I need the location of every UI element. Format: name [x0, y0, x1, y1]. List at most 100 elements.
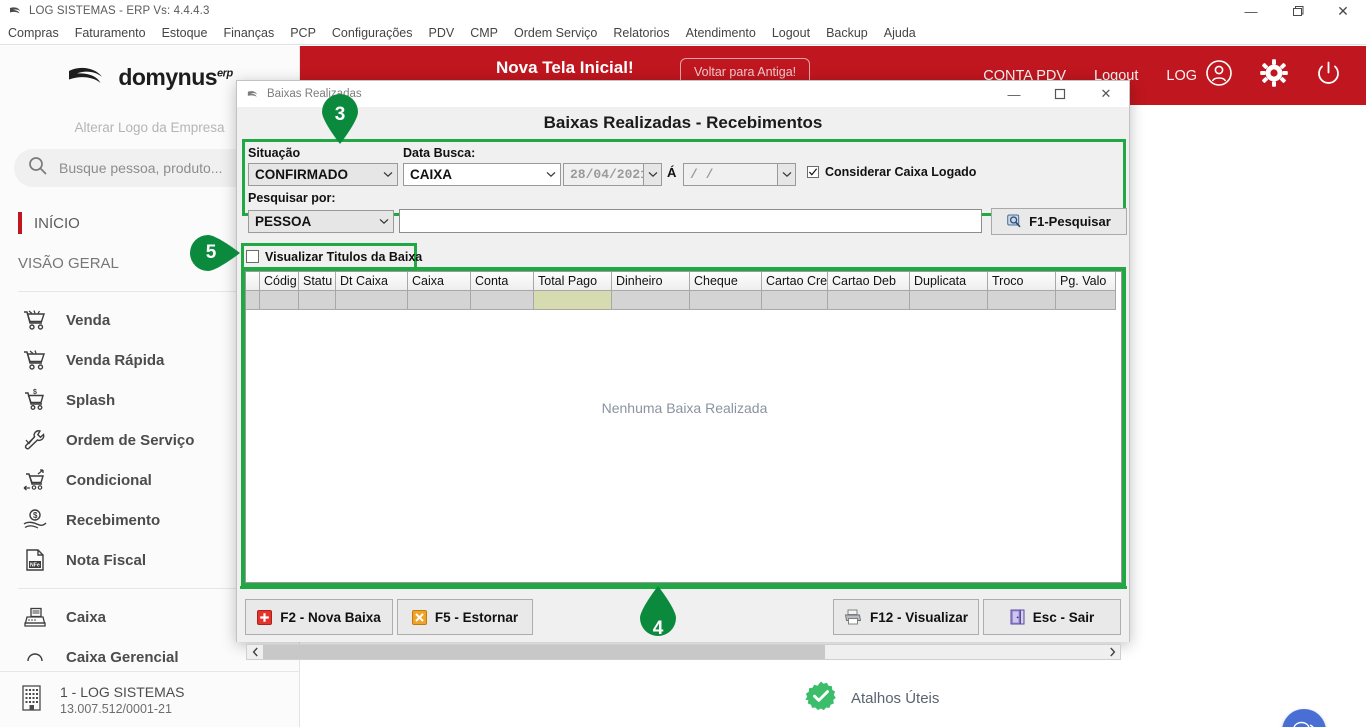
grid-column-filter-cell[interactable]: [471, 291, 534, 310]
grid-column-filter-cell[interactable]: [408, 291, 471, 310]
f1-pesquisar-button[interactable]: F1-Pesquisar: [991, 208, 1127, 235]
highlight-footer-separator: [240, 586, 1127, 589]
nfe-document-icon: NFe: [18, 546, 52, 574]
grid-column-filter-cell[interactable]: [534, 291, 612, 310]
sidebar-item-splash-label: Splash: [66, 391, 116, 409]
chevron-down-icon[interactable]: [777, 164, 795, 185]
grid-column-header[interactable]: Códig: [260, 272, 299, 291]
dialog-maximize-button[interactable]: [1037, 81, 1083, 107]
baixas-grid[interactable]: Códig Statu Dt Caixa Caixa Conta Total Pago Di…: [245, 271, 1122, 583]
chevron-left-icon[interactable]: [247, 645, 263, 659]
grid-column-header[interactable]: Conta: [471, 272, 534, 291]
grid-column-header[interactable]: Cartao Deb: [828, 272, 910, 291]
grid-column-filter-cell[interactable]: [260, 291, 299, 310]
svg-text:$: $: [33, 511, 38, 520]
grid-column-header[interactable]: Duplicata: [910, 272, 988, 291]
grid-column-filter-cell[interactable]: [690, 291, 762, 310]
menu-item-compras[interactable]: Compras: [0, 26, 67, 40]
log-link[interactable]: LOG: [1166, 68, 1197, 84]
menu-item-logout[interactable]: Logout: [764, 26, 818, 40]
menu-item-pdv[interactable]: PDV: [421, 26, 463, 40]
gear-icon[interactable]: [1259, 58, 1289, 93]
dialog-close-button[interactable]: ✕: [1083, 81, 1129, 107]
grid-column-header[interactable]: Dt Caixa: [336, 272, 408, 291]
menu-item-pcp[interactable]: PCP: [282, 26, 324, 40]
sidebar-footer[interactable]: 1 - LOG SISTEMAS 13.007.512/0001-21: [0, 671, 299, 727]
menu-item-ordem-servico[interactable]: Ordem Serviço: [506, 26, 605, 40]
chevron-right-icon[interactable]: [1104, 645, 1120, 659]
visualizar-titulos-checkbox[interactable]: Visualizar Titulos da Baixa: [246, 247, 422, 266]
dialog-minimize-button[interactable]: —: [991, 81, 1037, 107]
menu-item-faturamento[interactable]: Faturamento: [67, 26, 154, 40]
building-icon: [18, 682, 46, 717]
grid-filter-row[interactable]: [246, 291, 1121, 310]
minimize-button[interactable]: —: [1228, 0, 1274, 22]
svg-text:NFe: NFe: [30, 563, 40, 569]
grid-column-filter-cell[interactable]: [299, 291, 336, 310]
menu-item-financas[interactable]: Finanças: [215, 26, 282, 40]
visualizar-titulos-label: Visualizar Titulos da Baixa: [265, 249, 423, 264]
f1-pesquisar-label: F1-Pesquisar: [1029, 214, 1111, 229]
pesquisar-por-select[interactable]: PESSOA: [248, 210, 394, 233]
x-orange-icon: [411, 609, 427, 625]
grid-column-filter-cell[interactable]: [336, 291, 408, 310]
grid-horizontal-scrollbar[interactable]: [246, 644, 1121, 660]
grid-column-header[interactable]: Cartao Cre: [762, 272, 828, 291]
power-icon[interactable]: [1315, 60, 1342, 92]
checkbox-checked-icon: [807, 166, 819, 178]
esc-sair-button[interactable]: Esc - Sair: [983, 599, 1121, 635]
data-busca-select[interactable]: CAIXA: [403, 163, 561, 186]
atalhos-uteis[interactable]: Atalhos Úteis: [805, 680, 939, 717]
sidebar-logo-text: domynuserp: [118, 63, 233, 90]
sidebar-item-condicional-label: Condicional: [66, 471, 152, 489]
grid-column-header[interactable]: Statu: [299, 272, 336, 291]
step-marker-4: 4: [637, 586, 679, 639]
menu-item-cmp[interactable]: CMP: [462, 26, 506, 40]
f2-nova-baixa-button[interactable]: F2 - Nova Baixa: [245, 599, 393, 635]
situacao-label: Situação: [248, 146, 301, 160]
company-name: 1 - LOG SISTEMAS: [60, 683, 185, 700]
scrollbar-thumb[interactable]: [263, 645, 825, 659]
grid-column-header[interactable]: Pg. Valo: [1056, 272, 1116, 291]
menu-item-backup[interactable]: Backup: [818, 26, 876, 40]
f2-nova-baixa-label: F2 - Nova Baixa: [280, 609, 381, 625]
grid-column-filter-cell[interactable]: [1056, 291, 1116, 310]
grid-column-header[interactable]: Dinheiro: [612, 272, 690, 291]
f12-visualizar-button[interactable]: F12 - Visualizar: [833, 599, 979, 635]
chevron-down-icon: [375, 211, 393, 232]
search-term-input[interactable]: [399, 209, 982, 233]
sidebar-item-inicio-label: INÍCIO: [34, 214, 80, 232]
domynus-logo-icon: [8, 4, 22, 18]
grid-column-header[interactable]: Troco: [988, 272, 1056, 291]
data-busca-value: CAIXA: [410, 167, 453, 182]
menu-item-relatorios[interactable]: Relatorios: [605, 26, 677, 40]
situacao-select[interactable]: CONFIRMADO: [248, 163, 398, 186]
chevron-down-icon[interactable]: [643, 164, 661, 185]
menu-item-estoque[interactable]: Estoque: [154, 26, 216, 40]
chat-bubbles-icon[interactable]: [1282, 709, 1326, 727]
grid-column-header[interactable]: [246, 272, 260, 291]
menu-item-atendimento[interactable]: Atendimento: [678, 26, 764, 40]
maximize-button[interactable]: [1274, 0, 1320, 22]
search-placeholder: Busque pessoa, produto...: [59, 160, 223, 176]
grid-column-filter-cell[interactable]: [828, 291, 910, 310]
user-circle-icon[interactable]: [1205, 59, 1233, 92]
grid-column-filter-cell[interactable]: [246, 291, 260, 310]
menu-item-ajuda[interactable]: Ajuda: [876, 26, 924, 40]
grid-column-header[interactable]: Cheque: [690, 272, 762, 291]
dialog-footer: F2 - Nova Baixa F5 - Estornar F12 - Visu…: [237, 591, 1129, 642]
grid-column-filter-cell[interactable]: [762, 291, 828, 310]
pesquisar-por-value: PESSOA: [255, 214, 312, 229]
date-to-input[interactable]: / /: [683, 163, 796, 186]
grid-column-filter-cell[interactable]: [612, 291, 690, 310]
grid-column-header[interactable]: Caixa: [408, 272, 471, 291]
grid-column-filter-cell[interactable]: [988, 291, 1056, 310]
f5-estornar-button[interactable]: F5 - Estornar: [397, 599, 533, 635]
menu-item-configuracoes[interactable]: Configurações: [324, 26, 421, 40]
grid-column-filter-cell[interactable]: [910, 291, 988, 310]
grid-column-header[interactable]: Total Pago: [534, 272, 612, 291]
date-from-input[interactable]: 28/04/2021: [563, 163, 662, 186]
considerar-caixa-logado-checkbox[interactable]: Considerar Caixa Logado: [807, 165, 976, 179]
close-button[interactable]: ✕: [1320, 0, 1366, 22]
step-marker-3-label: 3: [334, 104, 346, 125]
